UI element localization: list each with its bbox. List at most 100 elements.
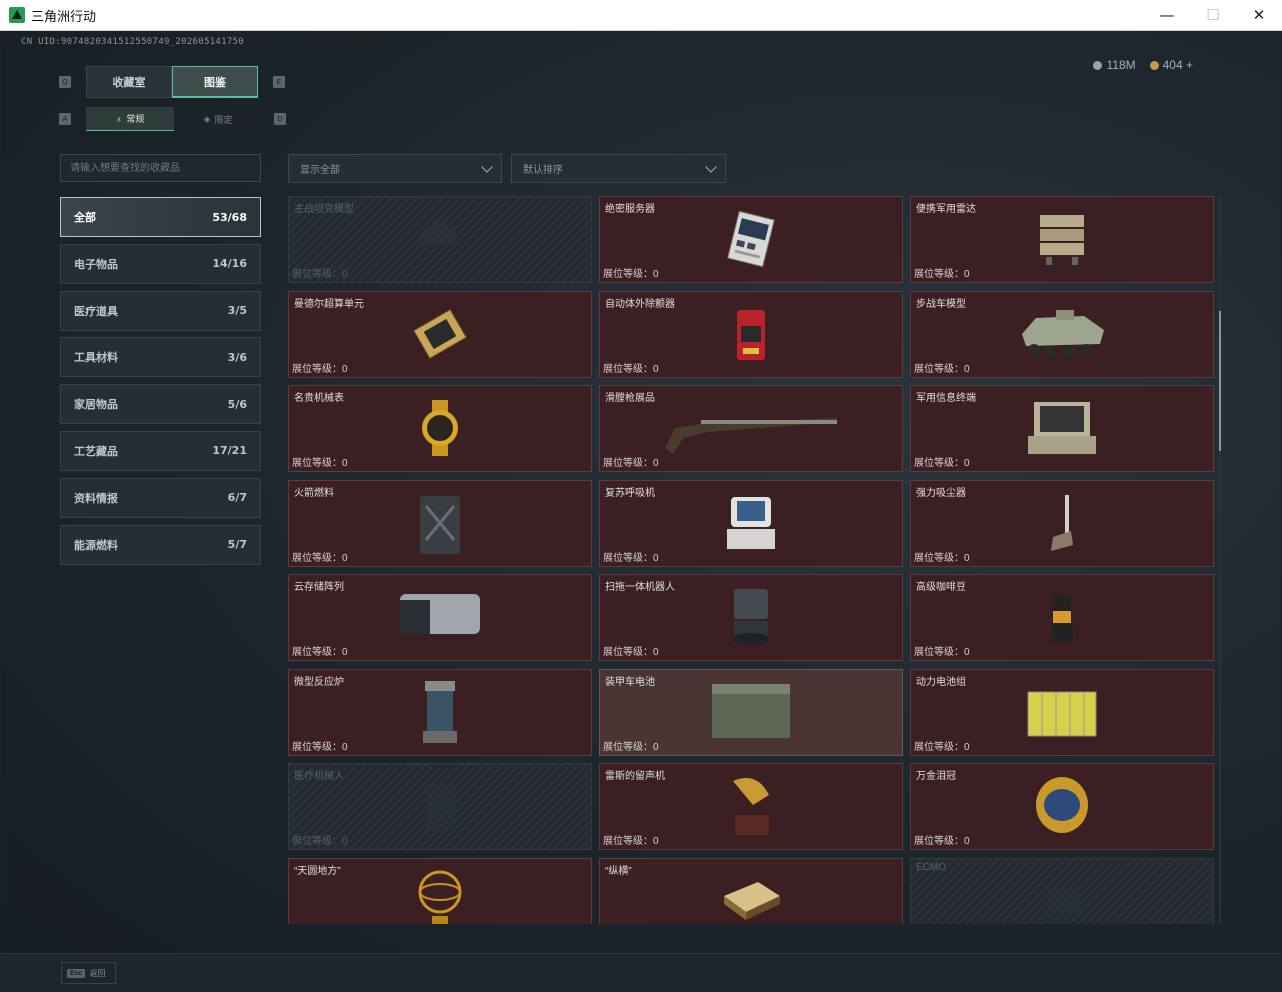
- category-count: 6/7: [227, 491, 247, 505]
- armillary-icon: [412, 866, 468, 924]
- currency-gold-value: 404 +: [1162, 58, 1193, 72]
- collection-card[interactable]: 微型反应炉展位等级：0: [288, 668, 592, 756]
- key-hint-e: E: [273, 76, 285, 88]
- collection-card-name: 绝密服务器: [605, 204, 655, 215]
- search-input[interactable]: [60, 154, 261, 182]
- collection-card-level: 展位等级：0: [914, 360, 970, 375]
- collection-card[interactable]: 绝密服务器展位等级：0: [599, 196, 903, 283]
- collection-card-level: 展位等级：0: [603, 643, 659, 658]
- collection-card-level: 展位等级：0: [603, 265, 659, 280]
- level-label: 展位等级：: [603, 269, 653, 280]
- category-household[interactable]: 家居物品 5/6: [60, 384, 261, 425]
- chevron-down-icon: [705, 163, 717, 175]
- level-value: 0: [653, 647, 659, 658]
- collection-card[interactable]: 步战车模型 展位等级：0: [910, 290, 1214, 378]
- collection-card[interactable]: 便携军用雷达 展位等级：0: [910, 196, 1214, 283]
- subtab-limited[interactable]: ◈ 限定: [174, 107, 262, 131]
- category-medical[interactable]: 医疗道具 3/5: [60, 290, 261, 331]
- collection-card-name: ECMO: [916, 861, 946, 873]
- ecmo-icon: [1034, 876, 1090, 924]
- collection-card[interactable]: 云存储阵列 展位等级：0: [288, 574, 592, 661]
- category-label: 家居物品: [74, 399, 118, 412]
- currency-gold[interactable]: 404 +: [1149, 58, 1193, 72]
- collection-card-name: 高级咖啡豆: [916, 582, 966, 593]
- radar-icon: [1032, 209, 1092, 273]
- collection-card-name: 云存储阵列: [294, 582, 344, 593]
- collection-card-level: 展位等级：0: [914, 549, 970, 564]
- game-viewport: CN UID:9074820341512550749_202605141750 …: [1, 31, 1281, 991]
- server-icon: [725, 210, 777, 271]
- collection-card-level: 展位等级：0: [292, 738, 348, 753]
- category-intel[interactable]: 资料情报 6/7: [60, 477, 261, 518]
- collection-card[interactable]: 强力吸尘器 展位等级：0: [910, 479, 1214, 567]
- minimize-button[interactable]: —: [1144, 0, 1190, 30]
- collection-card[interactable]: 主战坦克模型 展位等级：0: [288, 196, 592, 283]
- collection-card[interactable]: “天圆地方”: [288, 857, 592, 924]
- collection-card[interactable]: 雷斯的留声机 展位等级：0: [599, 763, 903, 850]
- collection-card-name: 名贵机械表: [294, 393, 344, 404]
- level-label: 展位等级：: [292, 836, 342, 847]
- level-label: 展位等级：: [292, 269, 342, 280]
- limited-icon: ◈: [203, 113, 211, 124]
- scrollbar-track[interactable]: [1219, 196, 1221, 924]
- collection-card-name: 微型反应炉: [294, 676, 344, 688]
- category-all[interactable]: 全部 53/68: [60, 197, 261, 237]
- category-label: 能源燃料: [74, 539, 118, 552]
- collection-card-name: 动力电池组: [916, 676, 966, 688]
- collection-grid: 主战坦克模型 展位等级：0 绝密服务器 展位等级：0 便携军用雷达 展位等级：0 曼德尔超算…: [288, 196, 1216, 924]
- battery-icon: [706, 680, 796, 748]
- category-tools[interactable]: 工具材料 3/6: [60, 337, 261, 378]
- collection-card-name: 装甲车电池: [605, 676, 655, 688]
- collection-card[interactable]: 自动体外除颤器 展位等级：0: [599, 290, 903, 378]
- category-list: 全部 53/68 电子物品 14/16 医疗道具 3/5 工具材料 3/6 家居…: [60, 197, 261, 571]
- collection-card[interactable]: 滑膛枪展品 展位等级：0: [599, 385, 903, 472]
- category-label: 工艺藏品: [74, 445, 118, 458]
- subtab-limited-label: 限定: [214, 114, 233, 125]
- category-crafts[interactable]: 工艺藏品 17/21: [60, 430, 261, 471]
- level-value: 0: [342, 458, 348, 469]
- level-value: 0: [653, 741, 659, 753]
- collection-card[interactable]: 装甲车电池 展位等级：0: [599, 668, 903, 756]
- collection-card-level: 展位等级：0: [914, 832, 970, 847]
- collection-card-name: 自动体外除颤器: [605, 298, 675, 310]
- level-value: 0: [653, 363, 659, 375]
- category-label: 医疗道具: [74, 305, 118, 318]
- collection-card[interactable]: 军用信息终端 展位等级：0: [910, 385, 1214, 472]
- close-button[interactable]: ✕: [1236, 0, 1282, 30]
- sort-dropdown[interactable]: 默认排序: [511, 154, 726, 183]
- tab-collection-room[interactable]: 收藏室: [86, 66, 172, 98]
- collection-card[interactable]: 曼德尔超算单元 展位等级：0: [288, 290, 592, 378]
- subtab-regular[interactable]: ♁ 常规: [86, 107, 174, 131]
- level-label: 展位等级：: [914, 458, 964, 469]
- tank-icon: [410, 214, 470, 268]
- collection-card[interactable]: ECMO: [910, 857, 1214, 924]
- scrollbar-thumb[interactable]: [1219, 311, 1221, 451]
- collection-card-name: 主战坦克模型: [294, 204, 354, 215]
- collection-card[interactable]: 火箭燃料 展位等级：0: [288, 479, 592, 567]
- collection-card-level: 展位等级：0: [292, 549, 348, 564]
- collection-card[interactable]: 万金泪冠 展位等级：0: [910, 763, 1214, 850]
- category-count: 53/68: [212, 210, 247, 224]
- maximize-button[interactable]: ☐: [1190, 0, 1236, 30]
- collection-card[interactable]: 扫拖一体机器人 展位等级：0: [599, 574, 903, 661]
- collection-card[interactable]: 名贵机械表展位等级：0: [288, 385, 592, 472]
- category-energy[interactable]: 能源燃料 5/7: [60, 524, 261, 565]
- collection-card[interactable]: 动力电池组展位等级：0: [910, 668, 1214, 756]
- level-value: 0: [964, 269, 970, 280]
- collection-card[interactable]: “纵横”: [599, 857, 903, 924]
- collection-card[interactable]: 复苏呼吸机 展位等级：0: [599, 479, 903, 567]
- category-electronics[interactable]: 电子物品 14/16: [60, 243, 261, 284]
- level-label: 展位等级：: [603, 836, 653, 847]
- level-label: 展位等级：: [603, 458, 653, 469]
- collection-card[interactable]: 医疗机械人 展位等级：0: [288, 763, 592, 850]
- tab-catalog[interactable]: 图鉴: [172, 66, 258, 98]
- display-filter-dropdown[interactable]: 显示全部: [288, 154, 502, 183]
- collection-card-level: 展位等级：0: [914, 738, 970, 753]
- back-button[interactable]: Esc 返回: [61, 962, 116, 984]
- musket-icon: [661, 398, 841, 462]
- collection-card-level: 展位等级：0: [292, 454, 348, 469]
- collection-card-name: 曼德尔超算单元: [294, 298, 364, 310]
- coffee-bag-icon: [1047, 589, 1077, 649]
- collection-card[interactable]: 高级咖啡豆 展位等级：0: [910, 574, 1214, 661]
- storage-array-icon: [390, 588, 490, 650]
